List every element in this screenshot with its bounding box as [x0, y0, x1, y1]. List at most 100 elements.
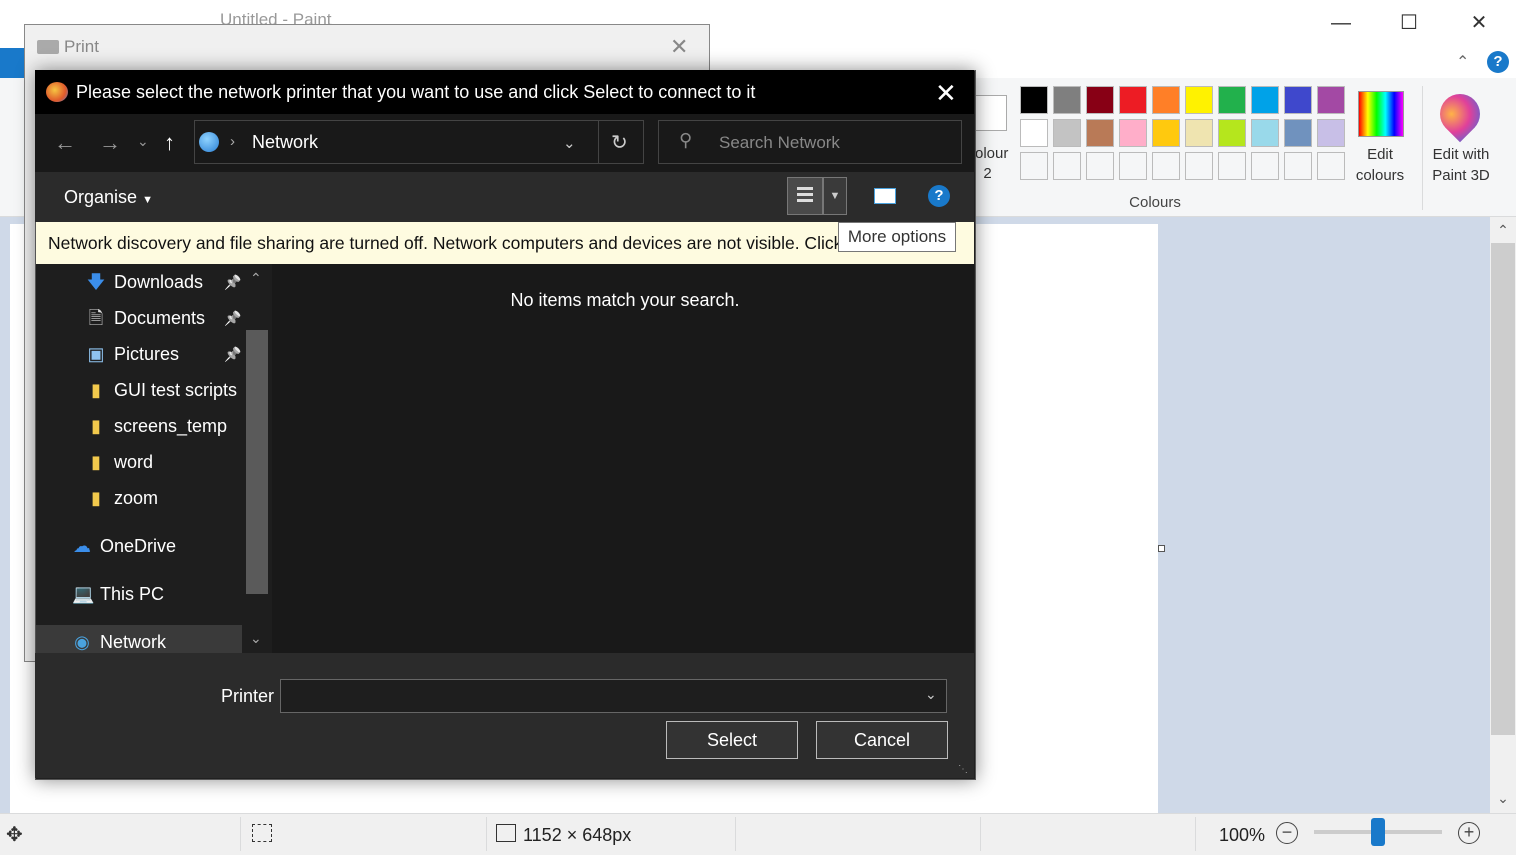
printer-icon: [37, 40, 59, 54]
colour-swatch[interactable]: [1317, 86, 1345, 114]
resize-grip-icon[interactable]: ⋱: [958, 764, 968, 775]
colour-swatch[interactable]: [1284, 86, 1312, 114]
colour-swatch[interactable]: [1086, 86, 1114, 114]
colour-swatch[interactable]: [1020, 86, 1048, 114]
edit-colours-label[interactable]: Edit colours: [1345, 144, 1415, 186]
collapse-ribbon-icon[interactable]: ⌃: [1456, 52, 1469, 72]
computer-icon: 💻: [72, 584, 95, 604]
refresh-icon[interactable]: ↻: [611, 130, 628, 155]
custom-colour-slot[interactable]: [1185, 152, 1213, 180]
up-arrow-icon[interactable]: ↑: [164, 130, 175, 156]
printer-dropdown-icon[interactable]: ⌄: [925, 686, 937, 703]
edit-with-paint3d-label[interactable]: Edit with Paint 3D: [1425, 144, 1497, 186]
organise-label: Organise: [64, 187, 138, 207]
dialog-close-button[interactable]: ✕: [935, 78, 957, 109]
colour-swatch[interactable]: [1119, 119, 1147, 147]
close-window-button[interactable]: ✕: [1456, 8, 1502, 38]
colour-swatch[interactable]: [1218, 119, 1246, 147]
pin-icon[interactable]: 📌: [224, 310, 241, 327]
colour-swatch[interactable]: [1251, 86, 1279, 114]
colour-swatch[interactable]: [1053, 86, 1081, 114]
nav-item-documents[interactable]: 🗎 Documents: [86, 302, 205, 334]
breadcrumb-chevron-icon[interactable]: ›: [230, 133, 235, 150]
nav-item-screens-temp[interactable]: ▮ screens_temp: [86, 410, 227, 442]
colour2-swatch[interactable]: [975, 95, 1007, 131]
nav-item-label: zoom: [114, 488, 159, 508]
print-close-button[interactable]: ✕: [670, 34, 688, 60]
printer-combobox[interactable]: [280, 679, 947, 713]
nav-item-label: OneDrive: [100, 536, 177, 556]
scroll-up-icon[interactable]: ⌃: [1490, 222, 1516, 239]
breadcrumb-network[interactable]: Network: [252, 132, 318, 153]
edit-colours-icon[interactable]: [1358, 91, 1404, 137]
preview-pane-icon[interactable]: [874, 188, 896, 204]
help-icon[interactable]: ?: [1487, 51, 1509, 73]
pin-icon[interactable]: 📌: [224, 346, 241, 363]
change-view-button[interactable]: [787, 177, 823, 215]
canvas-size-text: 1152 × 648px: [523, 825, 632, 845]
custom-colour-slot[interactable]: [1086, 152, 1114, 180]
colour-swatch[interactable]: [1086, 119, 1114, 147]
scroll-down-icon[interactable]: ⌄: [1490, 790, 1516, 807]
folder-icon: ▮: [91, 452, 101, 472]
status-separator: [1195, 817, 1196, 851]
custom-colour-slot[interactable]: [1020, 152, 1048, 180]
nav-item-onedrive[interactable]: ☁ OneDrive: [72, 530, 176, 562]
organise-menu-button[interactable]: Organise ▼: [64, 187, 153, 208]
nav-item-pictures[interactable]: ▣ Pictures: [86, 338, 179, 370]
custom-colour-slot[interactable]: [1218, 152, 1246, 180]
minimize-button[interactable]: —: [1318, 8, 1364, 38]
maximize-button[interactable]: ☐: [1386, 8, 1432, 38]
custom-colour-slot[interactable]: [1152, 152, 1180, 180]
nav-item-label: This PC: [100, 584, 165, 604]
nav-scroll-down-icon[interactable]: ⌄: [250, 630, 262, 647]
canvas-size-icon: [496, 824, 516, 842]
select-button[interactable]: Select: [666, 721, 798, 759]
nav-item-label: word: [114, 452, 154, 472]
zoom-slider-thumb[interactable]: [1371, 818, 1385, 846]
colour-swatch[interactable]: [1020, 119, 1048, 147]
empty-results-message: No items match your search.: [510, 290, 740, 310]
canvas-resize-handle[interactable]: [1158, 545, 1165, 552]
organise-dropdown-icon: ▼: [142, 194, 153, 206]
custom-colour-slot[interactable]: [1317, 152, 1345, 180]
info-bar-text[interactable]: Network discovery and file sharing are t…: [48, 233, 838, 254]
nav-scroll-up-icon[interactable]: ⌃: [250, 270, 262, 287]
colour-swatch[interactable]: [1317, 119, 1345, 147]
nav-item-gui-test-scripts[interactable]: ▮ GUI test scripts: [86, 374, 237, 406]
pin-icon[interactable]: 📌: [224, 274, 241, 291]
file-list-pane[interactable]: [272, 264, 974, 653]
colour-swatch[interactable]: [1251, 119, 1279, 147]
custom-colour-slot[interactable]: [1251, 152, 1279, 180]
more-options-dropdown[interactable]: ▼: [823, 177, 847, 215]
colour-swatch[interactable]: [1152, 86, 1180, 114]
forward-arrow-icon[interactable]: →: [99, 130, 121, 156]
nav-scrollbar-thumb[interactable]: [246, 330, 268, 594]
colour-swatch[interactable]: [1119, 86, 1147, 114]
zoom-out-icon[interactable]: −: [1276, 822, 1298, 844]
back-arrow-icon[interactable]: ←: [54, 130, 76, 156]
nav-item-zoom[interactable]: ▮ zoom: [86, 482, 158, 514]
custom-colour-slot[interactable]: [1284, 152, 1312, 180]
recent-locations-chevron-icon[interactable]: ⌄: [137, 133, 149, 150]
more-options-tooltip: More options: [838, 222, 956, 252]
custom-colour-slot[interactable]: [1119, 152, 1147, 180]
colour-swatch[interactable]: [1284, 119, 1312, 147]
nav-item-label: screens_temp: [114, 416, 228, 436]
colour-swatch[interactable]: [1185, 119, 1213, 147]
address-dropdown-icon[interactable]: ⌄: [563, 134, 576, 152]
colour-swatch[interactable]: [1053, 119, 1081, 147]
dialog-help-icon[interactable]: ?: [928, 185, 950, 207]
vertical-scrollbar-thumb[interactable]: [1491, 243, 1515, 735]
custom-colour-slot[interactable]: [1053, 152, 1081, 180]
zoom-level-text: 100%: [1219, 825, 1266, 845]
cancel-button[interactable]: Cancel: [816, 721, 948, 759]
nav-item-word[interactable]: ▮ word: [86, 446, 153, 478]
nav-item-this-pc[interactable]: 💻 This PC: [72, 578, 164, 610]
colour-swatch[interactable]: [1152, 119, 1180, 147]
nav-item-downloads[interactable]: 🡇 Downloads: [86, 266, 203, 298]
dialog-bottom-pane: [35, 653, 974, 778]
colour-swatch[interactable]: [1218, 86, 1246, 114]
colour-swatch[interactable]: [1185, 86, 1213, 114]
zoom-in-icon[interactable]: +: [1458, 822, 1480, 844]
